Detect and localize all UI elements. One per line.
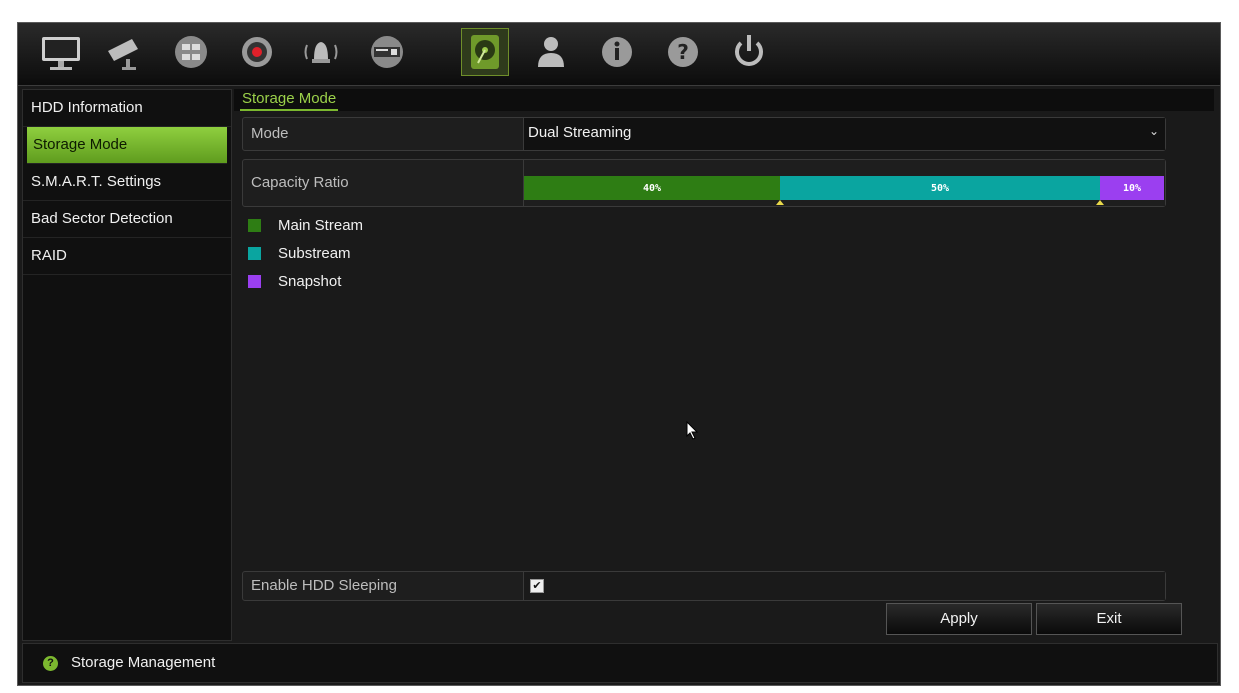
mouse-cursor-icon <box>686 421 699 440</box>
legend-label: Main Stream <box>278 217 364 234</box>
legend-label: Substream <box>278 245 351 262</box>
network-icon[interactable] <box>168 29 214 75</box>
apply-button[interactable]: Apply <box>886 603 1032 635</box>
hdd-sleeping-cell: ✔ <box>523 572 1165 600</box>
power-icon[interactable] <box>726 29 772 75</box>
mode-select[interactable]: Dual Streaming ⌄ <box>523 118 1165 150</box>
help-icon[interactable]: ? <box>660 29 706 75</box>
svg-text:?: ? <box>677 40 689 64</box>
exit-button[interactable]: Exit <box>1036 603 1182 635</box>
main-toolbar: ? <box>18 23 1220 86</box>
mode-row: Mode Dual Streaming ⌄ <box>242 117 1166 151</box>
sidebar-item-raid[interactable]: RAID <box>23 238 231 275</box>
mode-label: Mode <box>251 125 289 142</box>
user-icon[interactable] <box>528 29 574 75</box>
capacity-ratio-bar[interactable]: 40% 50% 10% <box>524 176 1164 200</box>
sidebar-item-bad-sector-detection[interactable]: Bad Sector Detection <box>23 201 231 238</box>
tab-storage-mode[interactable]: Storage Mode <box>240 89 339 111</box>
status-bar: ? Storage Management <box>22 643 1218 683</box>
capacity-row: Capacity Ratio 40% 50% 10% <box>242 159 1166 207</box>
legend-swatch <box>248 219 261 232</box>
legend-swatch <box>248 275 261 288</box>
capacity-segment: 50% <box>780 176 1100 200</box>
alarm-icon[interactable] <box>298 29 344 75</box>
device-icon[interactable] <box>364 29 410 75</box>
hdd-sleeping-checkbox[interactable]: ✔ <box>530 579 544 593</box>
capacity-segment: 10% <box>1100 176 1164 200</box>
capacity-label: Capacity Ratio <box>251 174 349 191</box>
capacity-segment: 40% <box>524 176 780 200</box>
chevron-down-icon: ⌄ <box>1148 124 1159 138</box>
capacity-bar-cell: 40% 50% 10% <box>523 160 1165 206</box>
monitor-icon[interactable] <box>38 29 84 75</box>
camera-icon[interactable] <box>102 29 148 75</box>
ratio-handle-icon[interactable] <box>776 200 784 205</box>
sidebar-item-smart-settings[interactable]: S.M.A.R.T. Settings <box>23 164 231 201</box>
mode-value: Dual Streaming <box>528 124 632 141</box>
help-icon: ? <box>43 656 58 671</box>
hdd-icon[interactable] <box>461 28 509 76</box>
legend-label: Snapshot <box>278 273 342 290</box>
hdd-sleeping-row: Enable HDD Sleeping ✔ <box>242 571 1166 601</box>
ratio-handle-icon[interactable] <box>1096 200 1104 205</box>
main-panel: Storage Mode Mode Dual Streaming ⌄ Capac… <box>234 89 1214 639</box>
sidebar-item-storage-mode[interactable]: Storage Mode <box>27 127 227 164</box>
hdd-sleeping-label: Enable HDD Sleeping <box>251 577 397 594</box>
status-text: Storage Management <box>71 654 216 671</box>
legend-swatch <box>248 247 261 260</box>
sidebar-item-hdd-information[interactable]: HDD Information <box>23 90 231 127</box>
app-window: ? HDD Information Storage Mode S.M.A.R.T… <box>17 22 1221 686</box>
tab-bar: Storage Mode <box>234 89 1214 111</box>
info-icon[interactable] <box>594 29 640 75</box>
record-icon[interactable] <box>234 29 280 75</box>
sidebar: HDD Information Storage Mode S.M.A.R.T. … <box>22 89 232 641</box>
